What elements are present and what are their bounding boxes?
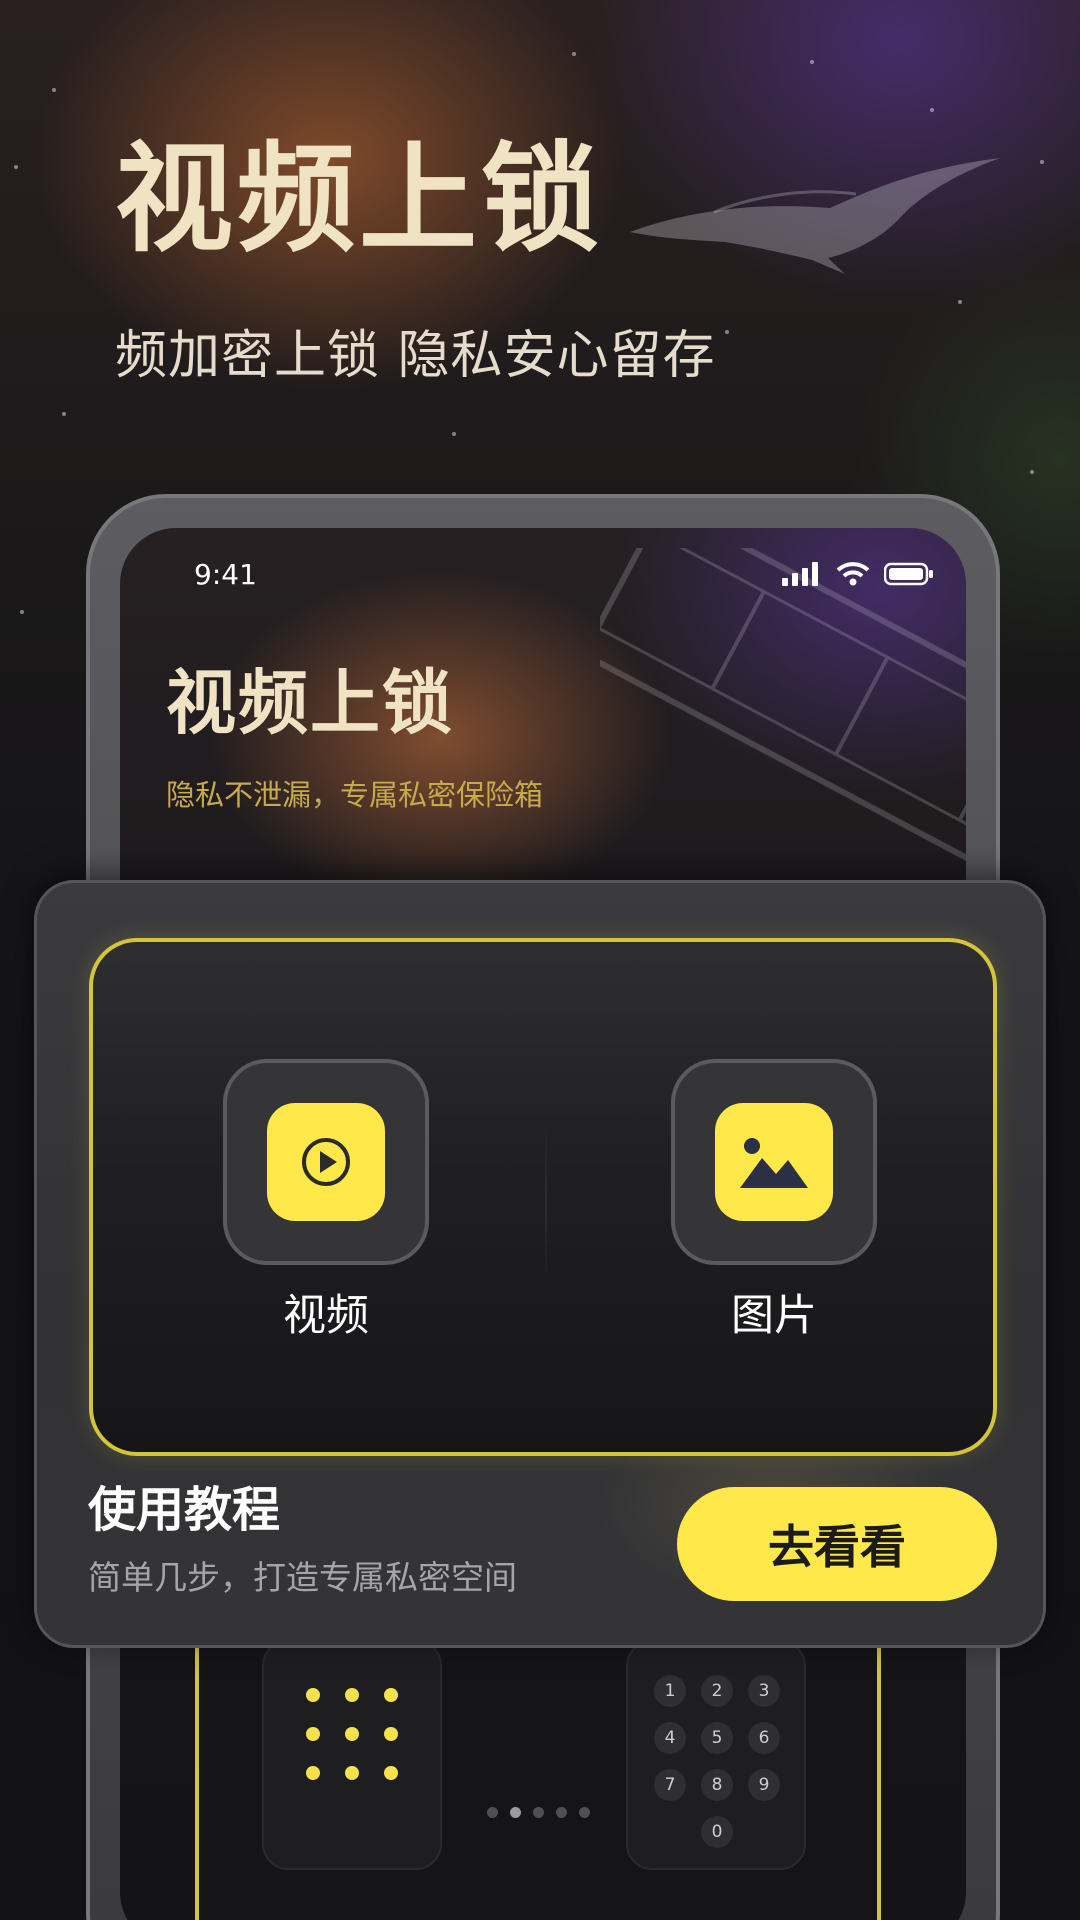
keypad-key: 4 bbox=[654, 1722, 686, 1754]
play-icon bbox=[267, 1103, 385, 1221]
keypad-key: 3 bbox=[748, 1675, 780, 1707]
keypad-key: 0 bbox=[701, 1816, 733, 1848]
media-type-panel: 视频 图片 bbox=[89, 938, 997, 1456]
battery-icon bbox=[884, 562, 933, 586]
tutorial-title: 使用教程 bbox=[88, 1482, 281, 1538]
keypad-key: 7 bbox=[654, 1769, 686, 1801]
status-icons bbox=[782, 562, 934, 586]
pagination-dot bbox=[510, 1807, 521, 1818]
tutorial-subtitle: 简单几步，打造专属私密空间 bbox=[88, 1558, 517, 1597]
pagination-dot bbox=[487, 1807, 498, 1818]
image-option-label: 图片 bbox=[731, 1291, 817, 1341]
film-strip-illustration bbox=[600, 548, 966, 875]
divider bbox=[545, 1122, 547, 1282]
pagination-dots bbox=[487, 1807, 590, 1818]
keypad-key: 1 bbox=[654, 1675, 686, 1707]
keypad-key: 2 bbox=[701, 1675, 733, 1707]
pattern-lock-card bbox=[262, 1640, 442, 1870]
keypad-key: 6 bbox=[748, 1722, 780, 1754]
keypad-key: 5 bbox=[701, 1722, 733, 1754]
image-option-button[interactable] bbox=[671, 1059, 877, 1265]
pagination-dot bbox=[579, 1807, 590, 1818]
hero-title: 视频上锁 bbox=[115, 130, 604, 268]
view-tutorial-button[interactable]: 去看看 bbox=[677, 1487, 997, 1601]
keypad-key: 9 bbox=[748, 1769, 780, 1801]
feature-card: 视频 图片 使用教程 简单几步，打造专属私密空间 去看看 bbox=[34, 880, 1046, 1648]
keypad-key: 8 bbox=[701, 1769, 733, 1801]
video-option-label: 视频 bbox=[283, 1291, 369, 1341]
wifi-icon bbox=[836, 562, 870, 586]
hero-subtitle: 频加密上锁 隐私安心留存 bbox=[115, 326, 716, 386]
signal-icon bbox=[782, 562, 818, 586]
status-time: 9:41 bbox=[194, 558, 257, 591]
phone-title: 视频上锁 bbox=[166, 662, 454, 744]
pagination-dot bbox=[533, 1807, 544, 1818]
image-icon bbox=[715, 1103, 833, 1221]
phone-subtitle: 隐私不泄漏，专属私密保险箱 bbox=[166, 778, 544, 812]
video-option-button[interactable] bbox=[223, 1059, 429, 1265]
pagination-dot bbox=[556, 1807, 567, 1818]
bird-illustration bbox=[630, 158, 1000, 274]
